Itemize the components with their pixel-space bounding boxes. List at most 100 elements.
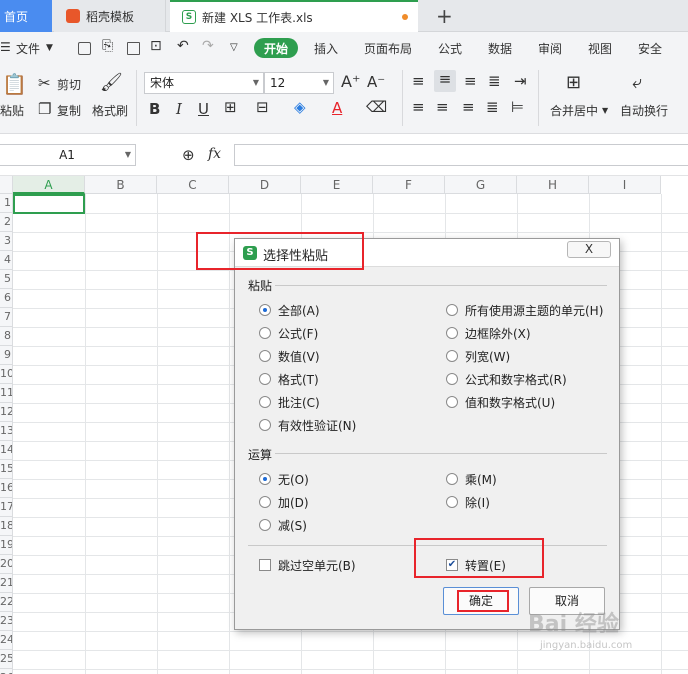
row-header[interactable]: 11 bbox=[0, 384, 13, 403]
merge-center-button[interactable]: 合并居中 bbox=[550, 102, 598, 119]
row-header[interactable]: 7 bbox=[0, 308, 13, 327]
radio-option[interactable]: 除(I) bbox=[446, 494, 490, 510]
radio-option[interactable]: 公式和数字格式(R) bbox=[446, 371, 567, 387]
save-icon[interactable] bbox=[78, 42, 91, 55]
name-box[interactable]: A1 ▼ bbox=[0, 144, 136, 166]
row-header[interactable]: 2 bbox=[0, 213, 13, 232]
align-bottom-icon[interactable]: ≡ bbox=[464, 72, 477, 90]
chevron-down-icon[interactable]: ▼ bbox=[46, 43, 53, 53]
radio-option[interactable]: 公式(F) bbox=[259, 325, 318, 341]
row-header[interactable]: 9 bbox=[0, 346, 13, 365]
align-right-icon[interactable]: ≡ bbox=[462, 98, 475, 116]
font-color-icon[interactable]: A bbox=[332, 99, 342, 117]
menu-insert[interactable]: 插入 bbox=[314, 40, 338, 57]
tab-spreadsheet[interactable]: S 新建 XLS 工作表.xls bbox=[170, 0, 418, 32]
row-header[interactable]: 15 bbox=[0, 460, 13, 479]
bold-icon[interactable]: B bbox=[149, 100, 160, 118]
print-icon[interactable] bbox=[127, 42, 140, 55]
close-button[interactable]: X bbox=[567, 241, 611, 258]
column-header-h[interactable]: H bbox=[517, 176, 589, 194]
radio-option[interactable]: 乘(M) bbox=[446, 471, 497, 487]
decrease-font-icon[interactable]: A⁻ bbox=[367, 73, 385, 91]
align-left-icon[interactable]: ≡ bbox=[412, 98, 425, 116]
menu-review[interactable]: 审阅 bbox=[538, 40, 562, 57]
row-header[interactable]: 17 bbox=[0, 498, 13, 517]
row-header[interactable]: 4 bbox=[0, 251, 13, 270]
select-all-corner[interactable] bbox=[0, 176, 13, 194]
selected-cell-a1[interactable] bbox=[13, 194, 85, 214]
align-top-icon[interactable]: ≡ bbox=[412, 72, 425, 90]
copy-icon[interactable]: ❐ bbox=[38, 100, 51, 118]
row-header[interactable]: 6 bbox=[0, 289, 13, 308]
radio-option[interactable]: 列宽(W) bbox=[446, 348, 510, 364]
menu-start[interactable]: 开始 bbox=[254, 38, 298, 58]
row-header[interactable]: 18 bbox=[0, 517, 13, 536]
column-header-e[interactable]: E bbox=[301, 176, 373, 194]
wrap-text-icon[interactable]: ⤶ bbox=[632, 72, 642, 93]
row-header[interactable]: 24 bbox=[0, 631, 13, 650]
radio-option[interactable]: 有效性验证(N) bbox=[259, 417, 356, 433]
row-header[interactable]: 10 bbox=[0, 365, 13, 384]
radio-option[interactable]: 无(O) bbox=[259, 471, 309, 487]
radio-option[interactable]: 所有使用源主题的单元(H) bbox=[446, 302, 603, 318]
function-icon[interactable]: fx bbox=[208, 146, 221, 162]
menu-formula[interactable]: 公式 bbox=[438, 40, 462, 57]
redo-icon[interactable]: ↷ bbox=[202, 38, 214, 54]
font-name-select[interactable]: 宋体 ▼ bbox=[144, 72, 264, 94]
chevron-down-icon[interactable]: ▼ bbox=[602, 106, 608, 115]
row-header[interactable]: 26 bbox=[0, 669, 13, 674]
radio-option[interactable]: 全部(A) bbox=[259, 302, 320, 318]
orientation-icon[interactable]: ≣ bbox=[488, 72, 501, 90]
menu-file[interactable]: 文件 bbox=[16, 40, 40, 57]
column-header-d[interactable]: D bbox=[229, 176, 301, 194]
tab-home[interactable]: 首页 bbox=[0, 0, 52, 32]
undo-icon[interactable]: ↶ bbox=[177, 38, 189, 54]
row-header[interactable]: 23 bbox=[0, 612, 13, 631]
increase-font-icon[interactable]: A⁺ bbox=[341, 72, 360, 91]
merge-cells-icon[interactable]: ⊞ bbox=[566, 72, 581, 93]
row-header[interactable]: 8 bbox=[0, 327, 13, 346]
row-header[interactable]: 21 bbox=[0, 574, 13, 593]
underline-icon[interactable]: U bbox=[198, 100, 209, 118]
customize-icon[interactable]: ▽ bbox=[230, 42, 238, 53]
cell-style-icon[interactable]: ⊟ bbox=[256, 98, 269, 116]
tab-template[interactable]: 稻壳模板 bbox=[54, 0, 166, 32]
row-header[interactable]: 16 bbox=[0, 479, 13, 498]
hamburger-icon[interactable]: ☰ bbox=[0, 40, 11, 54]
row-header[interactable]: 22 bbox=[0, 593, 13, 612]
row-header[interactable]: 5 bbox=[0, 270, 13, 289]
radio-option[interactable]: 格式(T) bbox=[259, 371, 319, 387]
format-painter-button[interactable]: 格式刷 bbox=[92, 102, 128, 119]
column-header-i[interactable]: I bbox=[589, 176, 661, 194]
radio-option[interactable]: 边框除外(X) bbox=[446, 325, 531, 341]
column-header-b[interactable]: B bbox=[85, 176, 157, 194]
menu-security[interactable]: 安全 bbox=[638, 40, 662, 57]
row-header[interactable]: 20 bbox=[0, 555, 13, 574]
zoom-icon[interactable]: ⊕ bbox=[182, 146, 195, 164]
radio-option[interactable]: 值和数字格式(U) bbox=[446, 394, 555, 410]
new-tab-button[interactable]: + bbox=[436, 4, 453, 28]
cut-button[interactable]: 剪切 bbox=[57, 76, 81, 93]
radio-option[interactable]: 数值(V) bbox=[259, 348, 320, 364]
row-header[interactable]: 14 bbox=[0, 441, 13, 460]
row-header[interactable]: 3 bbox=[0, 232, 13, 251]
column-header-f[interactable]: F bbox=[373, 176, 445, 194]
menu-page-layout[interactable]: 页面布局 bbox=[364, 40, 412, 57]
radio-option[interactable]: 批注(C) bbox=[259, 394, 320, 410]
row-header[interactable]: 13 bbox=[0, 422, 13, 441]
align-middle-icon[interactable]: ≡ bbox=[434, 70, 456, 92]
column-header-a[interactable]: A bbox=[13, 176, 85, 194]
wrap-text-button[interactable]: 自动换行 bbox=[620, 102, 668, 119]
menu-data[interactable]: 数据 bbox=[488, 40, 512, 57]
indent-icon[interactable]: ⇥ bbox=[514, 72, 527, 90]
row-header[interactable]: 19 bbox=[0, 536, 13, 555]
italic-icon[interactable]: I bbox=[176, 100, 182, 118]
fill-color-icon[interactable]: ◈ bbox=[294, 98, 306, 116]
justify-icon[interactable]: ≣ bbox=[486, 98, 499, 116]
skip-blanks-checkbox[interactable]: 跳过空单元(B) bbox=[259, 557, 356, 573]
row-header[interactable]: 25 bbox=[0, 650, 13, 669]
radio-option[interactable]: 减(S) bbox=[259, 517, 307, 533]
format-painter-icon[interactable]: 🖌 bbox=[100, 72, 123, 93]
cut-icon[interactable]: ✂ bbox=[38, 74, 51, 92]
row-header[interactable]: 1 bbox=[0, 194, 13, 213]
